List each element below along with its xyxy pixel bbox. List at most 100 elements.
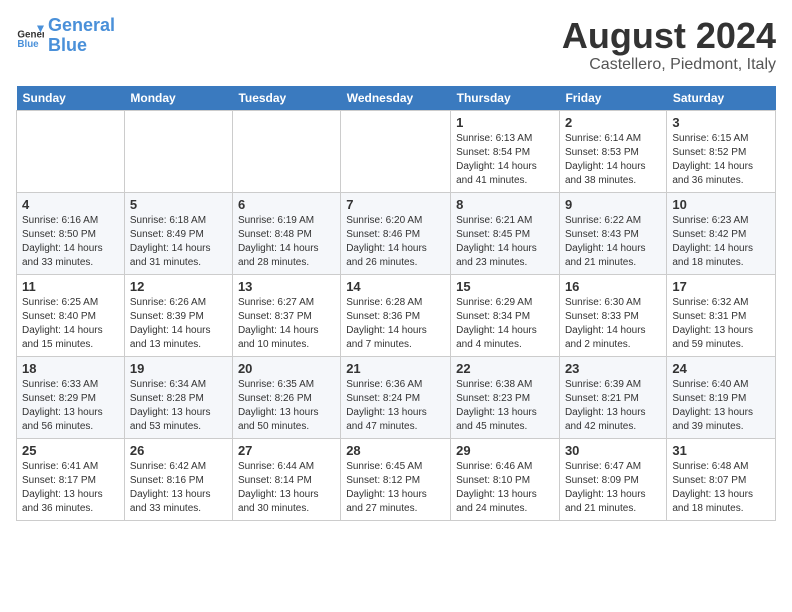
- day-number: 8: [456, 197, 554, 212]
- day-info: Sunrise: 6:13 AM Sunset: 8:54 PM Dayligh…: [456, 132, 554, 188]
- day-number: 3: [672, 115, 770, 130]
- calendar-cell: 29 Sunrise: 6:46 AM Sunset: 8:10 PM Dayli…: [451, 438, 560, 520]
- column-header-sunday: Sunday: [17, 86, 125, 111]
- title-block: August 2024 Castellero, Piedmont, Italy: [562, 16, 776, 74]
- calendar-cell: 22Sunrise: 6:38 AM Sunset: 8:23 PM Dayli…: [451, 356, 560, 438]
- logo-icon: General Blue: [16, 22, 44, 50]
- calendar-table: SundayMondayTuesdayWednesdayThursdayFrid…: [16, 86, 776, 521]
- calendar-cell: 18 Sunrise: 6:33 AM Sunset: 8:29 PM Dayli…: [17, 356, 125, 438]
- day-info: Sunrise: 6:23 AM Sunset: 8:42 PM Dayligh…: [672, 214, 770, 270]
- day-number: 26: [130, 443, 227, 458]
- day-number: 1: [456, 115, 554, 130]
- calendar-header-row: SundayMondayTuesdayWednesdayThursdayFrid…: [17, 86, 776, 111]
- column-header-saturday: Saturday: [667, 86, 776, 111]
- calendar-cell: 3 Sunrise: 6:15 AM Sunset: 8:52 PM Daylig…: [667, 110, 776, 192]
- calendar-cell: 31 Sunrise: 6:48 AM Sunset: 8:07 PM Dayli…: [667, 438, 776, 520]
- day-info: Sunrise: 6:29 AM Sunset: 8:34 PM Dayligh…: [456, 296, 554, 352]
- day-number: 13: [238, 279, 335, 294]
- calendar-cell: 17Sunrise: 6:32 AM Sunset: 8:31 PM Dayli…: [667, 274, 776, 356]
- calendar-cell: [341, 110, 451, 192]
- calendar-week-row: 1 Sunrise: 6:13 AM Sunset: 8:54 PM Daylig…: [17, 110, 776, 192]
- day-number: 20: [238, 361, 335, 376]
- calendar-week-row: 11 Sunrise: 6:25 AM Sunset: 8:40 PM Dayli…: [17, 274, 776, 356]
- calendar-cell: 15 Sunrise: 6:29 AM Sunset: 8:34 PM Dayli…: [451, 274, 560, 356]
- calendar-cell: [17, 110, 125, 192]
- calendar-cell: 19 Sunrise: 6:34 AM Sunset: 8:28 PM Dayli…: [124, 356, 232, 438]
- day-number: 31: [672, 443, 770, 458]
- column-header-monday: Monday: [124, 86, 232, 111]
- calendar-cell: 11 Sunrise: 6:25 AM Sunset: 8:40 PM Dayli…: [17, 274, 125, 356]
- calendar-cell: 2 Sunrise: 6:14 AM Sunset: 8:53 PM Daylig…: [559, 110, 666, 192]
- calendar-cell: 24 Sunrise: 6:40 AM Sunset: 8:19 PM Dayli…: [667, 356, 776, 438]
- day-number: 19: [130, 361, 227, 376]
- day-info: Sunrise: 6:44 AM Sunset: 8:14 PM Dayligh…: [238, 460, 335, 516]
- day-info: Sunrise: 6:20 AM Sunset: 8:46 PM Dayligh…: [346, 214, 445, 270]
- calendar-cell: 1 Sunrise: 6:13 AM Sunset: 8:54 PM Daylig…: [451, 110, 560, 192]
- day-number: 16: [565, 279, 661, 294]
- calendar-cell: 21 Sunrise: 6:36 AM Sunset: 8:24 PM Dayli…: [341, 356, 451, 438]
- day-info: Sunrise: 6:22 AM Sunset: 8:43 PM Dayligh…: [565, 214, 661, 270]
- calendar-cell: 12Sunrise: 6:26 AM Sunset: 8:39 PM Dayli…: [124, 274, 232, 356]
- day-info: Sunrise: 6:46 AM Sunset: 8:10 PM Dayligh…: [456, 460, 554, 516]
- day-info: Sunrise: 6:19 AM Sunset: 8:48 PM Dayligh…: [238, 214, 335, 270]
- day-number: 2: [565, 115, 661, 130]
- day-info: Sunrise: 6:16 AM Sunset: 8:50 PM Dayligh…: [22, 214, 119, 270]
- day-number: 28: [346, 443, 445, 458]
- day-number: 29: [456, 443, 554, 458]
- day-number: 12: [130, 279, 227, 294]
- calendar-cell: 4Sunrise: 6:16 AM Sunset: 8:50 PM Daylig…: [17, 192, 125, 274]
- day-info: Sunrise: 6:45 AM Sunset: 8:12 PM Dayligh…: [346, 460, 445, 516]
- day-info: Sunrise: 6:33 AM Sunset: 8:29 PM Dayligh…: [22, 378, 119, 434]
- day-info: Sunrise: 6:21 AM Sunset: 8:45 PM Dayligh…: [456, 214, 554, 270]
- day-info: Sunrise: 6:47 AM Sunset: 8:09 PM Dayligh…: [565, 460, 661, 516]
- day-info: Sunrise: 6:36 AM Sunset: 8:24 PM Dayligh…: [346, 378, 445, 434]
- calendar-cell: [124, 110, 232, 192]
- day-number: 6: [238, 197, 335, 212]
- day-number: 17: [672, 279, 770, 294]
- day-info: Sunrise: 6:35 AM Sunset: 8:26 PM Dayligh…: [238, 378, 335, 434]
- day-info: Sunrise: 6:27 AM Sunset: 8:37 PM Dayligh…: [238, 296, 335, 352]
- column-header-wednesday: Wednesday: [341, 86, 451, 111]
- day-number: 11: [22, 279, 119, 294]
- day-number: 18: [22, 361, 119, 376]
- calendar-week-row: 4Sunrise: 6:16 AM Sunset: 8:50 PM Daylig…: [17, 192, 776, 274]
- day-number: 24: [672, 361, 770, 376]
- day-info: Sunrise: 6:40 AM Sunset: 8:19 PM Dayligh…: [672, 378, 770, 434]
- calendar-cell: 13 Sunrise: 6:27 AM Sunset: 8:37 PM Dayli…: [232, 274, 340, 356]
- calendar-cell: 28 Sunrise: 6:45 AM Sunset: 8:12 PM Dayli…: [341, 438, 451, 520]
- day-info: Sunrise: 6:48 AM Sunset: 8:07 PM Dayligh…: [672, 460, 770, 516]
- day-info: Sunrise: 6:14 AM Sunset: 8:53 PM Dayligh…: [565, 132, 661, 188]
- day-info: Sunrise: 6:28 AM Sunset: 8:36 PM Dayligh…: [346, 296, 445, 352]
- day-info: Sunrise: 6:18 AM Sunset: 8:49 PM Dayligh…: [130, 214, 227, 270]
- day-number: 14: [346, 279, 445, 294]
- calendar-cell: 23Sunrise: 6:39 AM Sunset: 8:21 PM Dayli…: [559, 356, 666, 438]
- day-number: 27: [238, 443, 335, 458]
- column-header-friday: Friday: [559, 86, 666, 111]
- svg-text:Blue: Blue: [17, 39, 39, 50]
- calendar-cell: 27 Sunrise: 6:44 AM Sunset: 8:14 PM Dayli…: [232, 438, 340, 520]
- logo: General Blue GeneralBlue: [16, 16, 115, 56]
- day-info: Sunrise: 6:34 AM Sunset: 8:28 PM Dayligh…: [130, 378, 227, 434]
- day-info: Sunrise: 6:25 AM Sunset: 8:40 PM Dayligh…: [22, 296, 119, 352]
- day-info: Sunrise: 6:15 AM Sunset: 8:52 PM Dayligh…: [672, 132, 770, 188]
- column-header-tuesday: Tuesday: [232, 86, 340, 111]
- calendar-cell: 20 Sunrise: 6:35 AM Sunset: 8:26 PM Dayli…: [232, 356, 340, 438]
- day-number: 9: [565, 197, 661, 212]
- main-title: August 2024: [562, 16, 776, 56]
- day-info: Sunrise: 6:30 AM Sunset: 8:33 PM Dayligh…: [565, 296, 661, 352]
- column-header-thursday: Thursday: [451, 86, 560, 111]
- day-info: Sunrise: 6:38 AM Sunset: 8:23 PM Dayligh…: [456, 378, 554, 434]
- calendar-cell: 14 Sunrise: 6:28 AM Sunset: 8:36 PM Dayli…: [341, 274, 451, 356]
- calendar-cell: 5Sunrise: 6:18 AM Sunset: 8:49 PM Daylig…: [124, 192, 232, 274]
- calendar-cell: 30Sunrise: 6:47 AM Sunset: 8:09 PM Dayli…: [559, 438, 666, 520]
- day-info: Sunrise: 6:42 AM Sunset: 8:16 PM Dayligh…: [130, 460, 227, 516]
- day-number: 10: [672, 197, 770, 212]
- logo-text: GeneralBlue: [48, 16, 115, 56]
- calendar-cell: 7Sunrise: 6:20 AM Sunset: 8:46 PM Daylig…: [341, 192, 451, 274]
- page-header: General Blue GeneralBlue August 2024 Cas…: [16, 16, 776, 74]
- day-number: 21: [346, 361, 445, 376]
- calendar-week-row: 25Sunrise: 6:41 AM Sunset: 8:17 PM Dayli…: [17, 438, 776, 520]
- calendar-cell: 10 Sunrise: 6:23 AM Sunset: 8:42 PM Dayli…: [667, 192, 776, 274]
- day-number: 15: [456, 279, 554, 294]
- day-number: 25: [22, 443, 119, 458]
